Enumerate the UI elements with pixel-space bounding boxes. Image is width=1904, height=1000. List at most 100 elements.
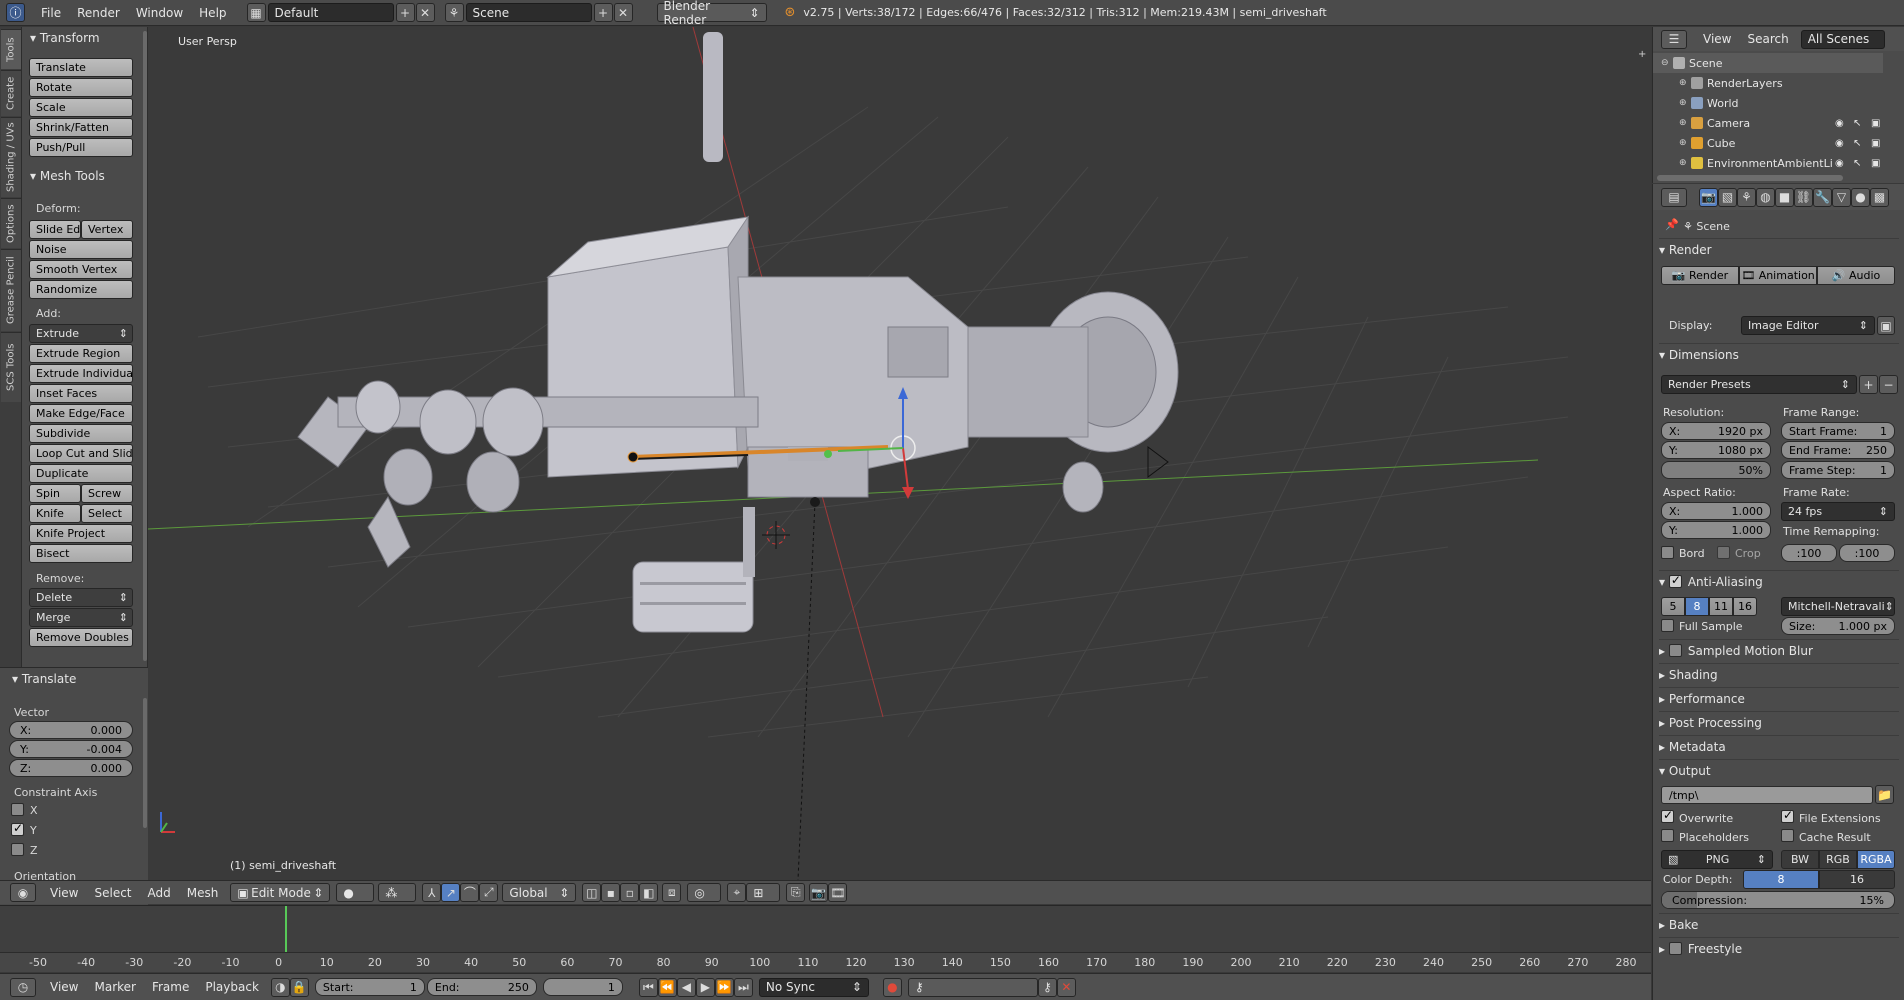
layout-grid-icon[interactable]: ▦ [246,3,266,22]
subdivide-button[interactable]: Subdivide [29,424,133,443]
render-toggle-icon[interactable]: ▣ [1871,138,1880,149]
extrude-individual-button[interactable]: Extrude Individual [29,364,133,383]
motion-blur-section-header[interactable]: ▸ Sampled Motion Blur [1659,639,1899,661]
add-scene-icon[interactable]: + [593,3,613,22]
shading-section-header[interactable]: ▸ Shading [1659,663,1899,685]
copy-icon[interactable]: ⎘ [786,883,806,902]
aa-samples-16[interactable]: 16 [1733,597,1757,616]
menu-file[interactable]: File [33,6,69,20]
scene-field[interactable]: Scene [465,3,592,22]
add-layout-icon[interactable]: + [395,3,415,22]
modifiers-tab-icon[interactable]: 🔧 [1813,187,1832,207]
knife-project-button[interactable]: Knife Project [29,524,133,543]
object-origin-empty[interactable] [810,497,820,507]
jump-start-icon[interactable]: ⏮ [638,977,658,997]
prev-keyframe-icon[interactable]: ⏪ [657,977,677,997]
noise-button[interactable]: Noise [29,240,133,259]
knife-select-button[interactable]: Select [81,504,133,523]
vector-x-field[interactable]: X: 0.000 [9,721,133,739]
vector-y-field[interactable]: Y: -0.004 [9,740,133,758]
remap-new-field[interactable]: :100 [1839,544,1895,562]
file-browser-icon[interactable]: 📁 [1875,785,1894,804]
layers-icon[interactable]: ◫ [582,883,602,902]
display-dropdown[interactable]: Image Editor ⇕ [1741,316,1875,335]
next-keyframe-icon[interactable]: ⏩ [714,977,734,997]
mode-dropdown[interactable]: ▣ Edit Mode ⇕ [230,883,331,902]
mesh-tools-header[interactable]: ▾ Mesh Tools [30,169,105,183]
play-icon[interactable]: ▶ [695,977,715,997]
full-sample-checkbox[interactable] [1661,619,1674,632]
resolution-y-field[interactable]: Y: 1080 px [1661,441,1771,459]
menu-mesh[interactable]: Mesh [179,886,227,900]
keying-set-field[interactable]: ⚷ [907,977,1038,997]
3d-cursor[interactable] [762,521,790,549]
dimensions-section-header[interactable]: ▾ Dimensions [1659,343,1899,365]
texture-tab-icon[interactable]: ▩ [1870,187,1889,207]
material-tab-icon[interactable]: ● [1851,187,1870,207]
transform-panel-header[interactable]: ▾ Transform [30,31,100,45]
animation-button[interactable]: 🎞 Animation [1739,266,1817,285]
audio-button[interactable]: 🔊 Audio [1817,266,1895,285]
color-rgba-button[interactable]: RGBA [1857,850,1895,869]
aa-samples-5[interactable]: 5 [1661,597,1685,616]
viewport-canvas[interactable] [148,27,1651,880]
timeline-scrub-area[interactable] [0,906,1500,952]
render-layers-tab-icon[interactable]: ▧ [1718,187,1737,207]
aspect-y-field[interactable]: Y: 1.000 [1661,521,1771,539]
cursor-icon[interactable]: ↖ [1853,118,1861,129]
remove-scene-icon[interactable]: ✕ [613,3,633,22]
current-frame-field[interactable]: 1 [542,978,623,996]
metadata-section-header[interactable]: ▸ Metadata [1659,735,1899,757]
render-toggle-icon[interactable]: ▣ [1871,118,1880,129]
lamp-object[interactable] [1147,446,1169,478]
render-button[interactable]: 📷 Render [1661,266,1739,285]
remove-preset-icon[interactable]: − [1879,375,1898,394]
data-tab-icon[interactable]: ▽ [1832,187,1851,207]
loop-cut-button[interactable]: Loop Cut and Slide [29,444,133,463]
rotate-button[interactable]: Rotate [29,78,133,97]
extrude-menu[interactable]: Extrude ⇕ [29,324,133,343]
shading-dropdown[interactable]: ● [336,883,375,902]
crop-checkbox[interactable] [1717,546,1730,559]
translate-button[interactable]: Translate [29,58,133,77]
screw-button[interactable]: Screw [81,484,133,503]
editor-type-icon[interactable]: ⓘ [6,3,25,22]
menu-help[interactable]: Help [191,6,234,20]
edge-endpoint[interactable] [627,451,639,463]
cursor-icon[interactable]: ↖ [1853,138,1861,149]
constraint-z-checkbox[interactable] [11,843,24,856]
operator-panel-header[interactable]: ▾ Translate [12,672,76,686]
object-tab-icon[interactable]: ■ [1775,187,1794,207]
menu-render[interactable]: Render [69,6,128,20]
tab-grease-pencil[interactable]: Grease Pencil [1,249,21,331]
aa-samples-8[interactable]: 8 [1685,597,1709,616]
expand-icon[interactable]: ⊕ [1679,138,1691,148]
eye-icon[interactable]: ◉ [1835,158,1844,169]
vector-z-field[interactable]: Z: 0.000 [9,759,133,777]
render-camera-icon[interactable]: 📷 [809,883,829,902]
output-section-header[interactable]: ▾ Output [1659,759,1899,781]
sync-dropdown[interactable]: No Sync ⇕ [758,977,869,997]
expand-icon[interactable]: ⊕ [1679,78,1691,88]
add-preset-icon[interactable]: + [1859,375,1878,394]
operator-scrollbar[interactable] [143,698,147,828]
timeline-menu-playback[interactable]: Playback [197,980,267,994]
active-vertex[interactable] [824,450,832,458]
editor-type-properties-icon[interactable]: ▤ [1661,187,1687,207]
eye-icon[interactable]: ◉ [1835,138,1844,149]
expand-icon[interactable]: ⊕ [1679,98,1691,108]
tab-tools[interactable]: Tools [1,29,21,69]
border-checkbox[interactable] [1661,546,1674,559]
anti-aliasing-section-header[interactable]: ▾ Anti-Aliasing [1659,570,1899,592]
manipulator-toggle-icon[interactable]: ⅄ [422,883,442,902]
resolution-percent-field[interactable]: 50% [1661,461,1771,479]
start-frame-field[interactable]: Start Frame: 1 [1781,422,1895,440]
lock-range-icon[interactable]: 🔒 [289,977,309,997]
render-engine-dropdown[interactable]: Blender Render ⇕ [656,0,767,27]
timeline-menu-marker[interactable]: Marker [86,980,143,994]
push-pull-button[interactable]: Push/Pull [29,138,133,157]
outliner-item[interactable]: ⊖ Scene [1653,53,1883,73]
color-depth-16[interactable]: 16 [1819,870,1895,889]
scene-icon[interactable]: ⚘ [444,3,464,22]
snap-element-dropdown[interactable]: ⊞ [746,883,781,902]
